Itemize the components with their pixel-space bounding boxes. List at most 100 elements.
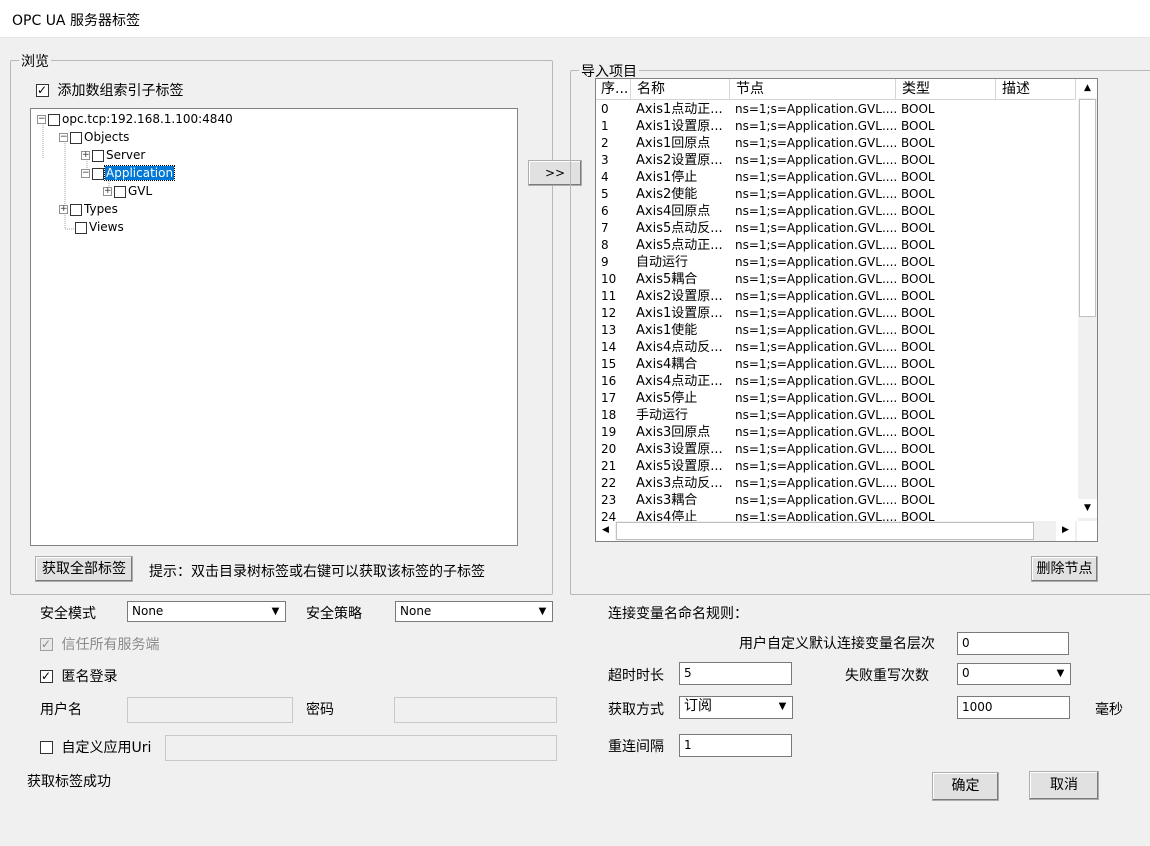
tree-node-application[interactable]: − Application (81, 165, 176, 182)
row-name: Axis4回原点 (636, 204, 711, 219)
cancel-button[interactable]: 取消 (1029, 771, 1099, 800)
column-header-desc[interactable]: 描述 (996, 79, 1076, 100)
add-array-index-option[interactable]: 添加数组索引子标签 (36, 80, 183, 100)
tree-checkbox[interactable] (92, 167, 104, 180)
table-row[interactable]: 17 Axis5停止 ns=1;s=Application.GVL.... BOOL (596, 390, 1076, 407)
security-policy-value: None (400, 604, 432, 618)
table-row[interactable]: 13 Axis1使能 ns=1;s=Application.GVL.... BOOL (596, 322, 1076, 339)
scroll-right-icon[interactable]: ▶ (1056, 521, 1075, 541)
tree-node-root[interactable]: − opc.tcp:192.168.1.100:4840 (37, 111, 234, 128)
table-row[interactable]: 1 Axis1设置原... ns=1;s=Application.GVL.... BO… (596, 118, 1076, 135)
expand-icon[interactable]: + (59, 205, 68, 214)
table-row[interactable]: 0 Axis1点动正... ns=1;s=Application.GVL.... BO… (596, 101, 1076, 118)
collapse-icon[interactable]: − (59, 133, 68, 142)
column-header-node[interactable]: 节点 (730, 79, 896, 100)
row-type: BOOL (901, 476, 935, 490)
row-index: 9 (601, 255, 609, 269)
table-row[interactable]: 15 Axis4耦合 ns=1;s=Application.GVL.... BOOL (596, 356, 1076, 373)
retry-select[interactable]: 0 ▼ (957, 663, 1071, 685)
row-index: 18 (601, 408, 617, 422)
scroll-thumb[interactable] (1079, 99, 1096, 317)
custom-uri-field[interactable] (165, 735, 557, 761)
chevron-down-icon: ▼ (1056, 668, 1065, 679)
table-row[interactable]: 5 Axis2使能 ns=1;s=Application.GVL.... BOOL (596, 186, 1076, 203)
tree-checkbox[interactable] (70, 131, 82, 144)
table-row[interactable]: 2 Axis1回原点 ns=1;s=Application.GVL.... BOOL (596, 135, 1076, 152)
scroll-left-icon[interactable]: ◀ (596, 521, 615, 541)
tree-checkbox[interactable] (48, 113, 60, 126)
scroll-thumb[interactable] (616, 522, 1034, 540)
table-row[interactable]: 11 Axis2设置原... ns=1;s=Application.GVL.... B… (596, 288, 1076, 305)
password-field[interactable] (394, 697, 557, 723)
column-header-type[interactable]: 类型 (896, 79, 996, 100)
table-row[interactable]: 14 Axis4点动反... ns=1;s=Application.GVL.... B… (596, 339, 1076, 356)
tree-node-views[interactable]: Views (75, 219, 125, 236)
table-row[interactable]: 10 Axis5耦合 ns=1;s=Application.GVL.... BOOL (596, 271, 1076, 288)
tree-node-gvl[interactable]: + GVL (103, 183, 153, 200)
collapse-icon[interactable]: − (81, 169, 90, 178)
delete-node-button[interactable]: 删除节点 (1031, 556, 1098, 582)
security-policy-select[interactable]: None ▼ (395, 601, 553, 622)
custom-uri-option[interactable]: 自定义应用Uri (40, 737, 151, 757)
expand-icon[interactable]: + (103, 187, 112, 196)
vertical-scrollbar[interactable]: ▲ ▼ (1078, 79, 1097, 521)
anonymous-option[interactable]: 匿名登录 (40, 666, 117, 686)
table-row[interactable]: 7 Axis5点动反... ns=1;s=Application.GVL.... BO… (596, 220, 1076, 237)
level-field[interactable]: 0 (957, 632, 1069, 655)
tree-checkbox[interactable] (75, 221, 87, 234)
table-row[interactable]: 3 Axis2设置原... ns=1;s=Application.GVL.... BO… (596, 152, 1076, 169)
import-list[interactable]: 序... 名称 节点 类型 描述 0 Axis1点动正... ns=1;s=Appl… (595, 78, 1098, 542)
tree-node-objects[interactable]: − Objects (59, 129, 130, 146)
table-row[interactable]: 12 Axis1设置原... ns=1;s=Application.GVL.... B… (596, 305, 1076, 322)
tag-tree[interactable]: − opc.tcp:192.168.1.100:4840 − Objects + Se… (30, 108, 518, 546)
custom-uri-checkbox[interactable] (40, 740, 53, 754)
add-array-index-checkbox[interactable] (36, 82, 49, 98)
interval-field[interactable]: 1000 (957, 696, 1070, 719)
table-row[interactable]: 19 Axis3回原点 ns=1;s=Application.GVL.... BOOL (596, 424, 1076, 441)
row-name: Axis2设置原... (636, 153, 723, 168)
reconnect-field[interactable]: 1 (679, 734, 792, 757)
table-row[interactable]: 20 Axis3设置原... ns=1;s=Application.GVL.... B… (596, 441, 1076, 458)
table-row[interactable]: 9 自动运行 ns=1;s=Application.GVL.... BOOL (596, 254, 1076, 271)
timeout-field[interactable]: 5 (679, 662, 792, 685)
row-name: Axis1使能 (636, 323, 698, 338)
horizontal-scrollbar[interactable]: ◀ ▶ (596, 521, 1077, 541)
tree-checkbox[interactable] (114, 185, 126, 198)
row-desc (996, 186, 1076, 203)
table-row[interactable]: 6 Axis4回原点 ns=1;s=Application.GVL.... BOOL (596, 203, 1076, 220)
ok-button[interactable]: 确定 (932, 772, 999, 801)
username-label: 用户名 (40, 702, 82, 718)
trust-all-option[interactable]: 信任所有服务端 (40, 634, 159, 654)
column-header-name[interactable]: 名称 (631, 79, 730, 100)
tree-node-server[interactable]: + Server (81, 147, 146, 164)
row-type: BOOL (901, 187, 935, 201)
scroll-down-icon[interactable]: ▼ (1078, 499, 1097, 518)
row-type: BOOL (901, 221, 935, 235)
table-row[interactable]: 18 手动运行 ns=1;s=Application.GVL.... BOOL (596, 407, 1076, 424)
fetch-mode-select[interactable]: 订阅 ▼ (679, 696, 793, 719)
row-index: 5 (601, 187, 609, 201)
tree-checkbox[interactable] (70, 203, 82, 216)
anonymous-checkbox[interactable] (40, 668, 53, 684)
tree-node-types[interactable]: + Types (59, 201, 119, 218)
table-row[interactable]: 4 Axis1停止 ns=1;s=Application.GVL.... BOOL (596, 169, 1076, 186)
table-row[interactable]: 16 Axis4点动正... ns=1;s=Application.GVL.... B… (596, 373, 1076, 390)
row-name: Axis5设置原... (636, 459, 723, 474)
row-type: BOOL (901, 306, 935, 320)
row-name: Axis3设置原... (636, 442, 723, 457)
get-all-tags-button[interactable]: 获取全部标签 (35, 556, 133, 582)
expand-icon[interactable]: + (81, 151, 90, 160)
tree-checkbox[interactable] (92, 149, 104, 162)
column-header-index[interactable]: 序... (596, 79, 631, 100)
security-mode-select[interactable]: None ▼ (127, 601, 286, 622)
table-row[interactable]: 22 Axis3点动反... ns=1;s=Application.GVL.... B… (596, 475, 1076, 492)
row-node: ns=1;s=Application.GVL.... (735, 391, 896, 405)
table-row[interactable]: 23 Axis3耦合 ns=1;s=Application.GVL.... BOOL (596, 492, 1076, 509)
scroll-up-icon[interactable]: ▲ (1078, 79, 1097, 98)
retry-value: 0 (962, 666, 970, 680)
table-row[interactable]: 21 Axis5设置原... ns=1;s=Application.GVL.... B… (596, 458, 1076, 475)
table-row[interactable]: 8 Axis5点动正... ns=1;s=Application.GVL.... BO… (596, 237, 1076, 254)
trust-all-checkbox[interactable] (40, 636, 53, 652)
username-field[interactable] (127, 697, 293, 723)
collapse-icon[interactable]: − (37, 115, 46, 124)
